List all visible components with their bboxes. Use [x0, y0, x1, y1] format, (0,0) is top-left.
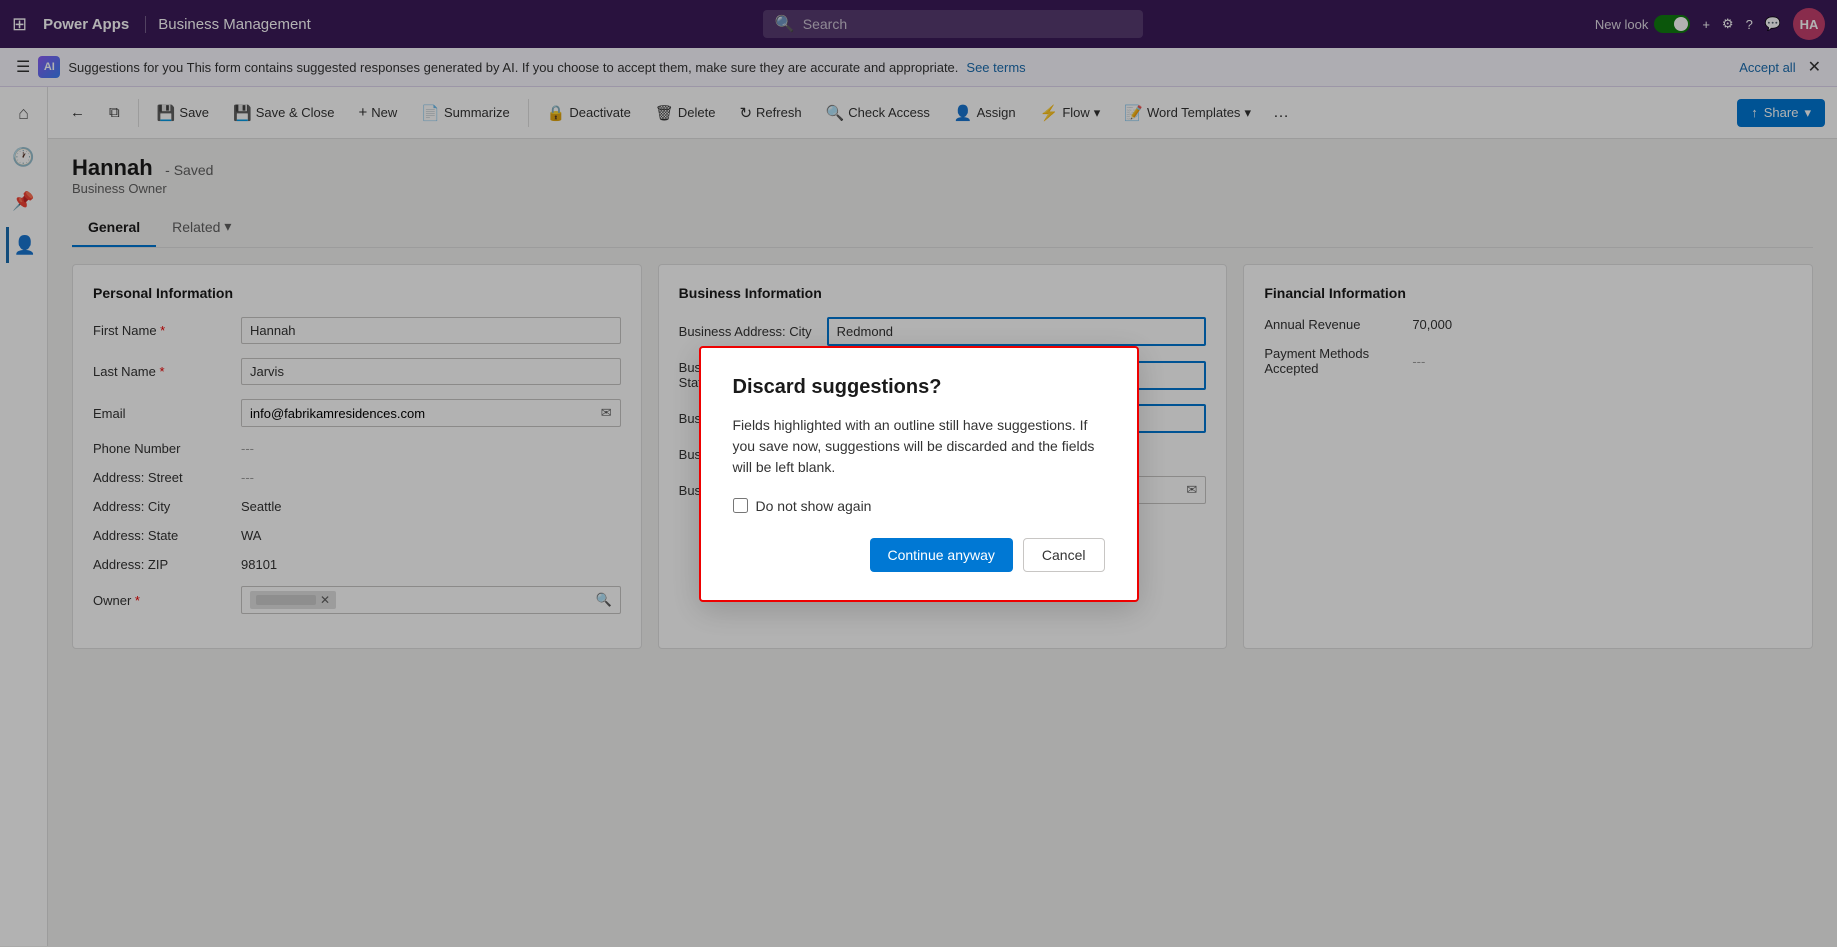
- dialog-body: Fields highlighted with an outline still…: [733, 415, 1105, 478]
- do-not-show-checkbox[interactable]: [733, 498, 748, 513]
- continue-anyway-button[interactable]: Continue anyway: [870, 538, 1013, 572]
- do-not-show-label[interactable]: Do not show again: [756, 498, 872, 514]
- dialog-title: Discard suggestions?: [733, 376, 1105, 399]
- dialog-checkbox-row: Do not show again: [733, 498, 1105, 514]
- discard-dialog: Discard suggestions? Fields highlighted …: [699, 346, 1139, 602]
- dialog-actions: Continue anyway Cancel: [733, 538, 1105, 572]
- cancel-button[interactable]: Cancel: [1023, 538, 1105, 572]
- modal-overlay: Discard suggestions? Fields highlighted …: [0, 0, 1837, 947]
